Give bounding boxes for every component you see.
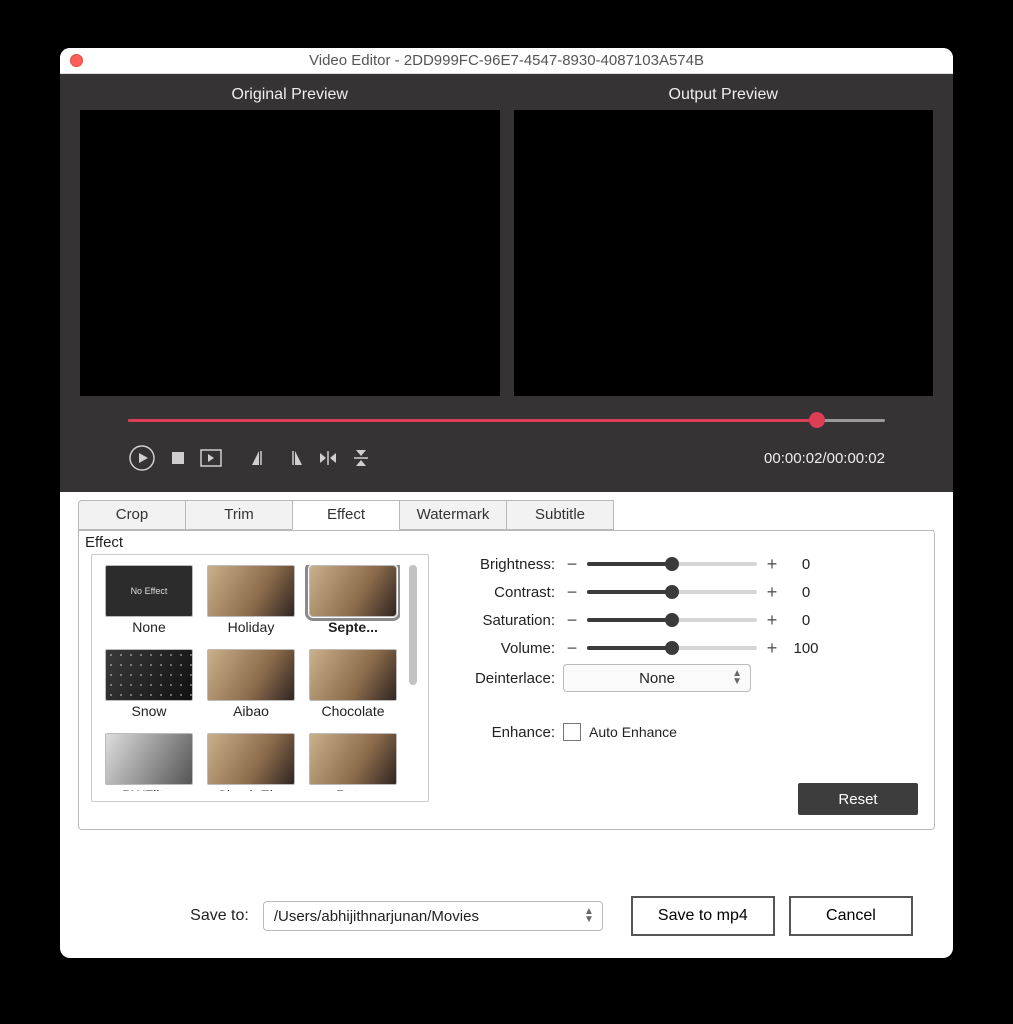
titlebar: Video Editor - 2DD999FC-96E7-4547-8930-4… [60,48,953,74]
effect-none[interactable]: None [102,565,196,643]
volume-value: 100 [781,640,831,657]
volume-plus[interactable]: + [763,641,781,655]
chevron-updown-icon: ▲▼ [584,908,594,924]
window-close-button[interactable] [70,54,83,67]
effect-septe[interactable]: Septe... [306,565,400,643]
tab-watermark[interactable]: Watermark [399,500,507,530]
effects-scrollbar[interactable] [406,565,420,791]
time-display: 00:00:02/00:00:02 [764,450,885,467]
step-forward-button[interactable] [200,449,222,467]
effect-bwfilter[interactable]: BWFilter [102,733,196,791]
preview-area: Original Preview Output Preview [60,74,953,492]
original-preview [80,110,500,396]
chevron-updown-icon: ▲▼ [732,670,742,686]
video-editor-window: Video Editor - 2DD999FC-96E7-4547-8930-4… [60,48,953,958]
tab-trim[interactable]: Trim [185,500,293,530]
effect-simpleel[interactable]: SimpleEl... [204,733,298,791]
contrast-slider[interactable] [587,590,757,594]
contrast-minus[interactable]: − [563,585,581,599]
save-path-select[interactable]: /Users/abhijithnarjunan/Movies ▲▼ [263,901,603,931]
tab-subtitle[interactable]: Subtitle [506,500,614,530]
cancel-button[interactable]: Cancel [789,896,913,936]
brightness-label: Brightness: [453,556,563,573]
saturation-plus[interactable]: + [763,613,781,627]
brightness-plus[interactable]: + [763,557,781,571]
effect-snow[interactable]: Snow [102,649,196,727]
deinterlace-select[interactable]: None ▲▼ [563,664,751,692]
stop-button[interactable] [170,450,186,466]
volume-minus[interactable]: − [563,641,581,655]
effect-retro[interactable]: Retro [306,733,400,791]
flip-right-icon[interactable] [284,449,304,467]
mirror-vertical-icon[interactable] [352,448,370,468]
deinterlace-label: Deinterlace: [453,670,563,687]
brightness-minus[interactable]: − [563,557,581,571]
auto-enhance-option: Auto Enhance [589,724,677,740]
saturation-value: 0 [781,612,831,629]
original-preview-label: Original Preview [80,82,500,110]
output-preview [514,110,934,396]
enhance-label: Enhance: [453,724,563,741]
effects-list: NoneHolidaySepte... SnowAibaoChocolate BWF… [91,554,429,802]
contrast-plus[interactable]: + [763,585,781,599]
effect-panel: Effect NoneHolidaySepte... SnowAibaoChoco… [78,530,935,830]
window-title: Video Editor - 2DD999FC-96E7-4547-8930-4… [60,52,953,69]
saturation-label: Saturation: [453,612,563,629]
volume-slider[interactable] [587,646,757,650]
effect-chocolate[interactable]: Chocolate [306,649,400,727]
auto-enhance-checkbox[interactable] [563,723,581,741]
saturation-minus[interactable]: − [563,613,581,627]
flip-left-icon[interactable] [250,449,270,467]
mirror-horizontal-icon[interactable] [318,449,338,467]
contrast-label: Contrast: [453,584,563,601]
contrast-value: 0 [781,584,831,601]
tab-effect[interactable]: Effect [292,500,400,530]
tab-crop[interactable]: Crop [78,500,186,530]
play-button[interactable] [128,444,156,472]
brightness-slider[interactable] [587,562,757,566]
save-to-mp4-button[interactable]: Save to mp4 [631,896,775,936]
reset-button[interactable]: Reset [798,783,918,815]
section-label: Effect [85,534,123,551]
effect-aibao[interactable]: Aibao [204,649,298,727]
save-to-label: Save to: [100,907,249,925]
volume-label: Volume: [453,640,563,657]
effect-holiday[interactable]: Holiday [204,565,298,643]
saturation-slider[interactable] [587,618,757,622]
timeline-slider[interactable] [128,414,885,428]
output-preview-label: Output Preview [514,82,934,110]
brightness-value: 0 [781,556,831,573]
